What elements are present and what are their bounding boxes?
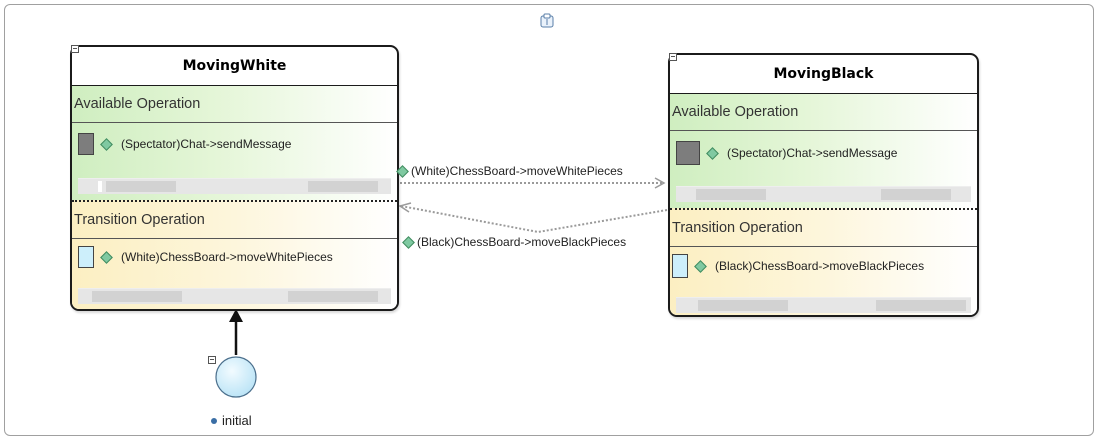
collapse-icon[interactable]: [71, 45, 79, 53]
diamond-icon: [100, 250, 113, 264]
edge-label-text: (Black)ChessBoard->moveBlackPieces: [417, 235, 627, 249]
edge-label-text: (White)ChessBoard->moveWhitePieces: [411, 164, 623, 178]
diamond-icon: [694, 259, 707, 273]
state-moving-black[interactable]: MovingBlack Available Operation (Spectat…: [668, 53, 979, 317]
available-operation-compartment[interactable]: Available Operation (Spectator)Chat->sen…: [670, 94, 977, 208]
diamond-icon: [706, 146, 719, 160]
operation-square-icon: [676, 141, 700, 165]
operation-label: (Spectator)Chat->sendMessage: [121, 137, 292, 151]
operation-item[interactable]: (Spectator)Chat->sendMessage: [676, 141, 897, 165]
state-title: MovingWhite: [72, 47, 397, 86]
edge-label-black-to-white[interactable]: (Black)ChessBoard->moveBlackPieces: [402, 235, 626, 249]
transition-operation-compartment[interactable]: Transition Operation (White)ChessBoard->…: [72, 200, 397, 309]
operation-label: (Black)ChessBoard->moveBlackPieces: [715, 259, 925, 273]
operation-item[interactable]: (Spectator)Chat->sendMessage: [78, 133, 291, 155]
operation-item[interactable]: (White)ChessBoard->moveWhitePieces: [78, 246, 333, 268]
state-title: MovingBlack: [670, 55, 977, 94]
transition-operation-compartment[interactable]: Transition Operation (Black)ChessBoard->…: [670, 208, 977, 315]
edge-label-white-to-black[interactable]: (White)ChessBoard->moveWhitePieces: [396, 164, 623, 178]
edge-black-to-white[interactable]: [400, 205, 668, 234]
diamond-icon: [402, 235, 415, 249]
horizontal-scrollbar[interactable]: [676, 297, 971, 313]
compartment-header: Transition Operation: [72, 202, 397, 239]
horizontal-scrollbar[interactable]: [78, 178, 391, 194]
compartment-header: Available Operation: [670, 94, 977, 131]
collapse-icon[interactable]: [669, 53, 677, 61]
operation-label: (Spectator)Chat->sendMessage: [727, 146, 898, 160]
scroll-thumb[interactable]: [98, 181, 102, 192]
operation-square-icon: [78, 133, 94, 155]
compartment-header: Available Operation: [72, 86, 397, 123]
operation-label: (White)ChessBoard->moveWhitePieces: [121, 250, 333, 264]
diamond-icon: [396, 164, 409, 178]
available-operation-compartment[interactable]: Available Operation (Spectator)Chat->sen…: [72, 86, 397, 200]
bullet-icon: [211, 417, 217, 424]
diamond-icon: [100, 137, 113, 151]
operation-square-icon: [78, 246, 94, 268]
horizontal-scrollbar[interactable]: [78, 288, 391, 304]
state-moving-white[interactable]: MovingWhite Available Operation (Spectat…: [70, 45, 399, 311]
horizontal-scrollbar[interactable]: [676, 186, 971, 202]
initial-label-text: initial: [222, 413, 252, 428]
operation-square-icon: [672, 254, 688, 278]
collapse-icon[interactable]: [208, 356, 216, 364]
compartment-header: Transition Operation: [670, 210, 977, 247]
operation-item[interactable]: (Black)ChessBoard->moveBlackPieces: [672, 254, 924, 278]
initial-state-label: initial: [211, 413, 252, 428]
